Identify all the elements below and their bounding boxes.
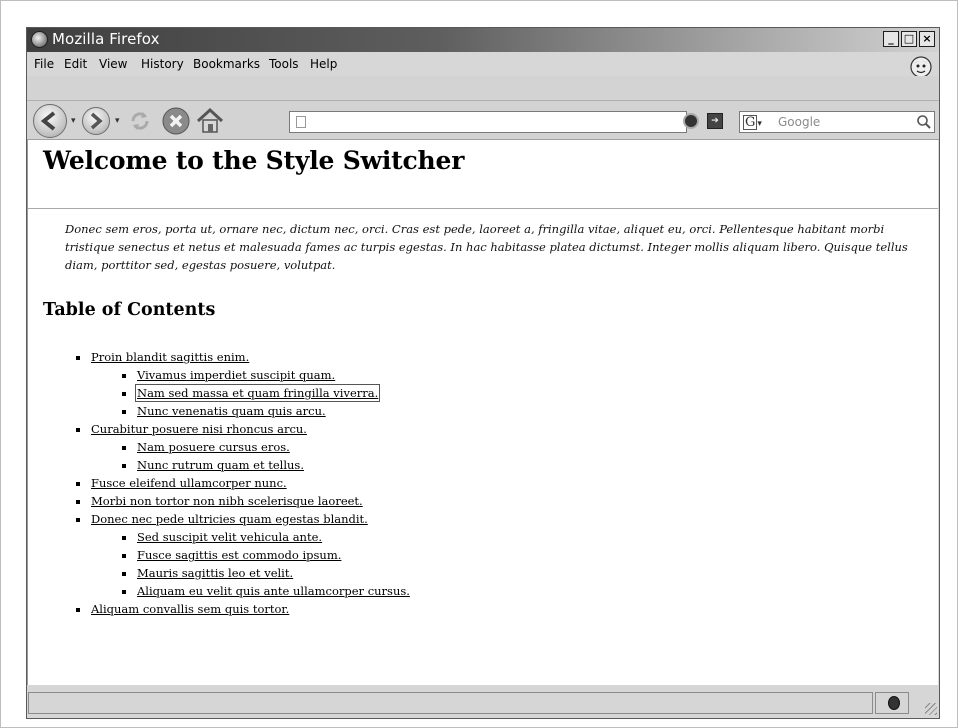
bullet-icon xyxy=(122,446,126,450)
toc-link[interactable]: Nam posuere cursus eros. xyxy=(137,440,290,454)
toc-item: Nunc rutrum quam et tellus. xyxy=(72,457,410,475)
menu-tools[interactable]: Tools xyxy=(269,57,299,71)
security-panel[interactable] xyxy=(875,692,909,714)
reload-icon[interactable] xyxy=(127,108,153,134)
page-icon xyxy=(296,116,306,128)
bullet-icon xyxy=(122,410,126,414)
back-history-dropdown-icon[interactable]: ▾ xyxy=(71,116,76,126)
toc-item: Donec nec pede ultricies quam egestas bl… xyxy=(72,511,410,529)
bullet-icon xyxy=(76,500,80,504)
toc-link[interactable]: Morbi non tortor non nibh scelerisque la… xyxy=(91,494,363,508)
menu-bookmarks-label: Bookmarks xyxy=(193,57,261,71)
bullet-icon xyxy=(122,536,126,540)
toc-link[interactable]: Vivamus imperdiet suscipit quam. xyxy=(137,368,335,382)
menu-tools-label: Tools xyxy=(269,57,299,71)
bullet-icon xyxy=(76,356,80,360)
page-title: Welcome to the Style Switcher xyxy=(43,146,465,175)
screenshot-frame: Mozilla Firefox _ □ × File Edit View His… xyxy=(0,0,958,728)
toc-link[interactable]: Donec nec pede ultricies quam egestas bl… xyxy=(91,512,368,526)
toc-item: Nam sed massa et quam fringilla viverra. xyxy=(72,384,410,403)
menu-history-label: History xyxy=(141,57,184,71)
toolbar-strip xyxy=(27,76,939,100)
toc-item: Fusce eleifend ullamcorper nunc. xyxy=(72,475,410,493)
toc-item: Fusce sagittis est commodo ipsum. xyxy=(72,547,410,565)
bullet-icon xyxy=(76,482,80,486)
forward-history-dropdown-icon[interactable]: ▾ xyxy=(115,116,120,126)
resize-grip-icon[interactable] xyxy=(925,703,937,715)
intro-paragraph: Donec sem eros, porta ut, ornare nec, di… xyxy=(65,222,908,272)
search-icon[interactable] xyxy=(916,114,932,130)
toc-link[interactable]: Mauris sagittis leo et velit. xyxy=(137,566,293,580)
menu-edit-label: Edit xyxy=(64,57,88,71)
back-icon xyxy=(40,111,56,131)
toc-item: Aliquam eu velit quis ante ullamcorper c… xyxy=(72,583,410,601)
toc-link[interactable]: Curabitur posuere nisi rhoncus arcu. xyxy=(91,422,307,436)
toc-item: Vivamus imperdiet suscipit quam. xyxy=(72,367,410,385)
close-button[interactable]: × xyxy=(919,31,935,47)
table-of-contents: Proin blandit sagittis enim. Vivamus impe… xyxy=(72,349,410,619)
toc-item: Sed suscipit velit vehicula ante. xyxy=(72,529,410,547)
toc-link[interactable]: Proin blandit sagittis enim. xyxy=(91,350,249,364)
bullet-icon xyxy=(122,572,126,576)
menu-edit[interactable]: Edit xyxy=(64,57,87,71)
menu-view-label: View xyxy=(99,57,128,71)
toc-item: Nam posuere cursus eros. xyxy=(72,439,410,457)
bullet-icon xyxy=(122,590,126,594)
bullet-icon xyxy=(122,374,126,378)
firefox-logo-icon xyxy=(31,31,48,48)
minimize-button[interactable]: _ xyxy=(883,31,899,47)
menu-bookmarks[interactable]: Bookmarks xyxy=(193,57,260,71)
window-title: Mozilla Firefox xyxy=(52,30,160,48)
toc-link[interactable]: Aliquam eu velit quis ante ullamcorper c… xyxy=(137,584,410,598)
bullet-icon xyxy=(76,428,80,432)
menu-help-label: Help xyxy=(310,57,338,71)
toc-heading: Table of Contents xyxy=(43,300,216,320)
toc-item: Proin blandit sagittis enim. xyxy=(72,349,410,367)
menu-view[interactable]: View xyxy=(99,57,127,71)
window-controls: _ □ × xyxy=(883,31,935,47)
toc-link[interactable]: Sed suscipit velit vehicula ante. xyxy=(137,530,322,544)
toc-link[interactable]: Fusce sagittis est commodo ipsum. xyxy=(137,548,341,562)
bullet-icon xyxy=(76,518,80,522)
back-button[interactable] xyxy=(33,104,67,138)
toc-link[interactable]: Nunc venenatis quam quis arcu. xyxy=(137,404,326,418)
bookmark-star-icon[interactable] xyxy=(683,113,699,129)
menu-history[interactable]: History xyxy=(141,57,184,71)
toc-item: Curabitur posuere nisi rhoncus arcu. xyxy=(72,421,410,439)
menu-file-label: File xyxy=(34,57,55,71)
search-placeholder: Google xyxy=(778,115,821,129)
bullet-icon xyxy=(122,464,126,468)
forward-icon xyxy=(90,112,103,130)
security-icon xyxy=(888,696,900,710)
go-button-icon[interactable]: ➔ xyxy=(707,113,723,129)
search-bar[interactable]: G ▾ Google xyxy=(739,111,935,133)
browser-window: Mozilla Firefox _ □ × File Edit View His… xyxy=(26,27,940,719)
stop-icon[interactable] xyxy=(161,106,191,136)
bullet-icon xyxy=(122,392,126,396)
toc-item: Morbi non tortor non nibh scelerisque la… xyxy=(72,493,410,511)
google-engine-icon: G xyxy=(743,115,758,130)
menu-help[interactable]: Help xyxy=(310,57,337,71)
toc-link[interactable]: Aliquam convallis sem quis tortor. xyxy=(91,602,289,616)
toc-link[interactable]: Nunc rutrum quam et tellus. xyxy=(137,458,304,472)
bullet-icon xyxy=(122,554,126,558)
forward-button[interactable] xyxy=(82,107,110,135)
title-bar[interactable]: Mozilla Firefox _ □ × xyxy=(27,28,939,52)
status-text-panel xyxy=(28,692,873,714)
home-icon[interactable] xyxy=(195,106,225,136)
search-engine-selector[interactable]: G ▾ xyxy=(743,114,771,130)
menu-file[interactable]: File xyxy=(34,57,54,71)
toc-item: Aliquam convallis sem quis tortor. xyxy=(72,601,410,619)
toc-item: Mauris sagittis leo et velit. xyxy=(72,565,410,583)
toc-link[interactable]: Nam sed massa et quam fringilla viverra. xyxy=(134,384,381,402)
toc-link[interactable]: Fusce eleifend ullamcorper nunc. xyxy=(91,476,287,490)
page-content: Welcome to the Style Switcher Donec sem … xyxy=(27,140,938,685)
toc-item: Nunc venenatis quam quis arcu. xyxy=(72,403,410,421)
url-bar[interactable] xyxy=(289,111,687,133)
status-bar xyxy=(27,685,939,717)
bullet-icon xyxy=(76,608,80,612)
title-divider xyxy=(28,208,938,209)
maximize-button[interactable]: □ xyxy=(901,31,917,47)
menu-bar: File Edit View History Bookmarks Tools H… xyxy=(27,52,939,78)
